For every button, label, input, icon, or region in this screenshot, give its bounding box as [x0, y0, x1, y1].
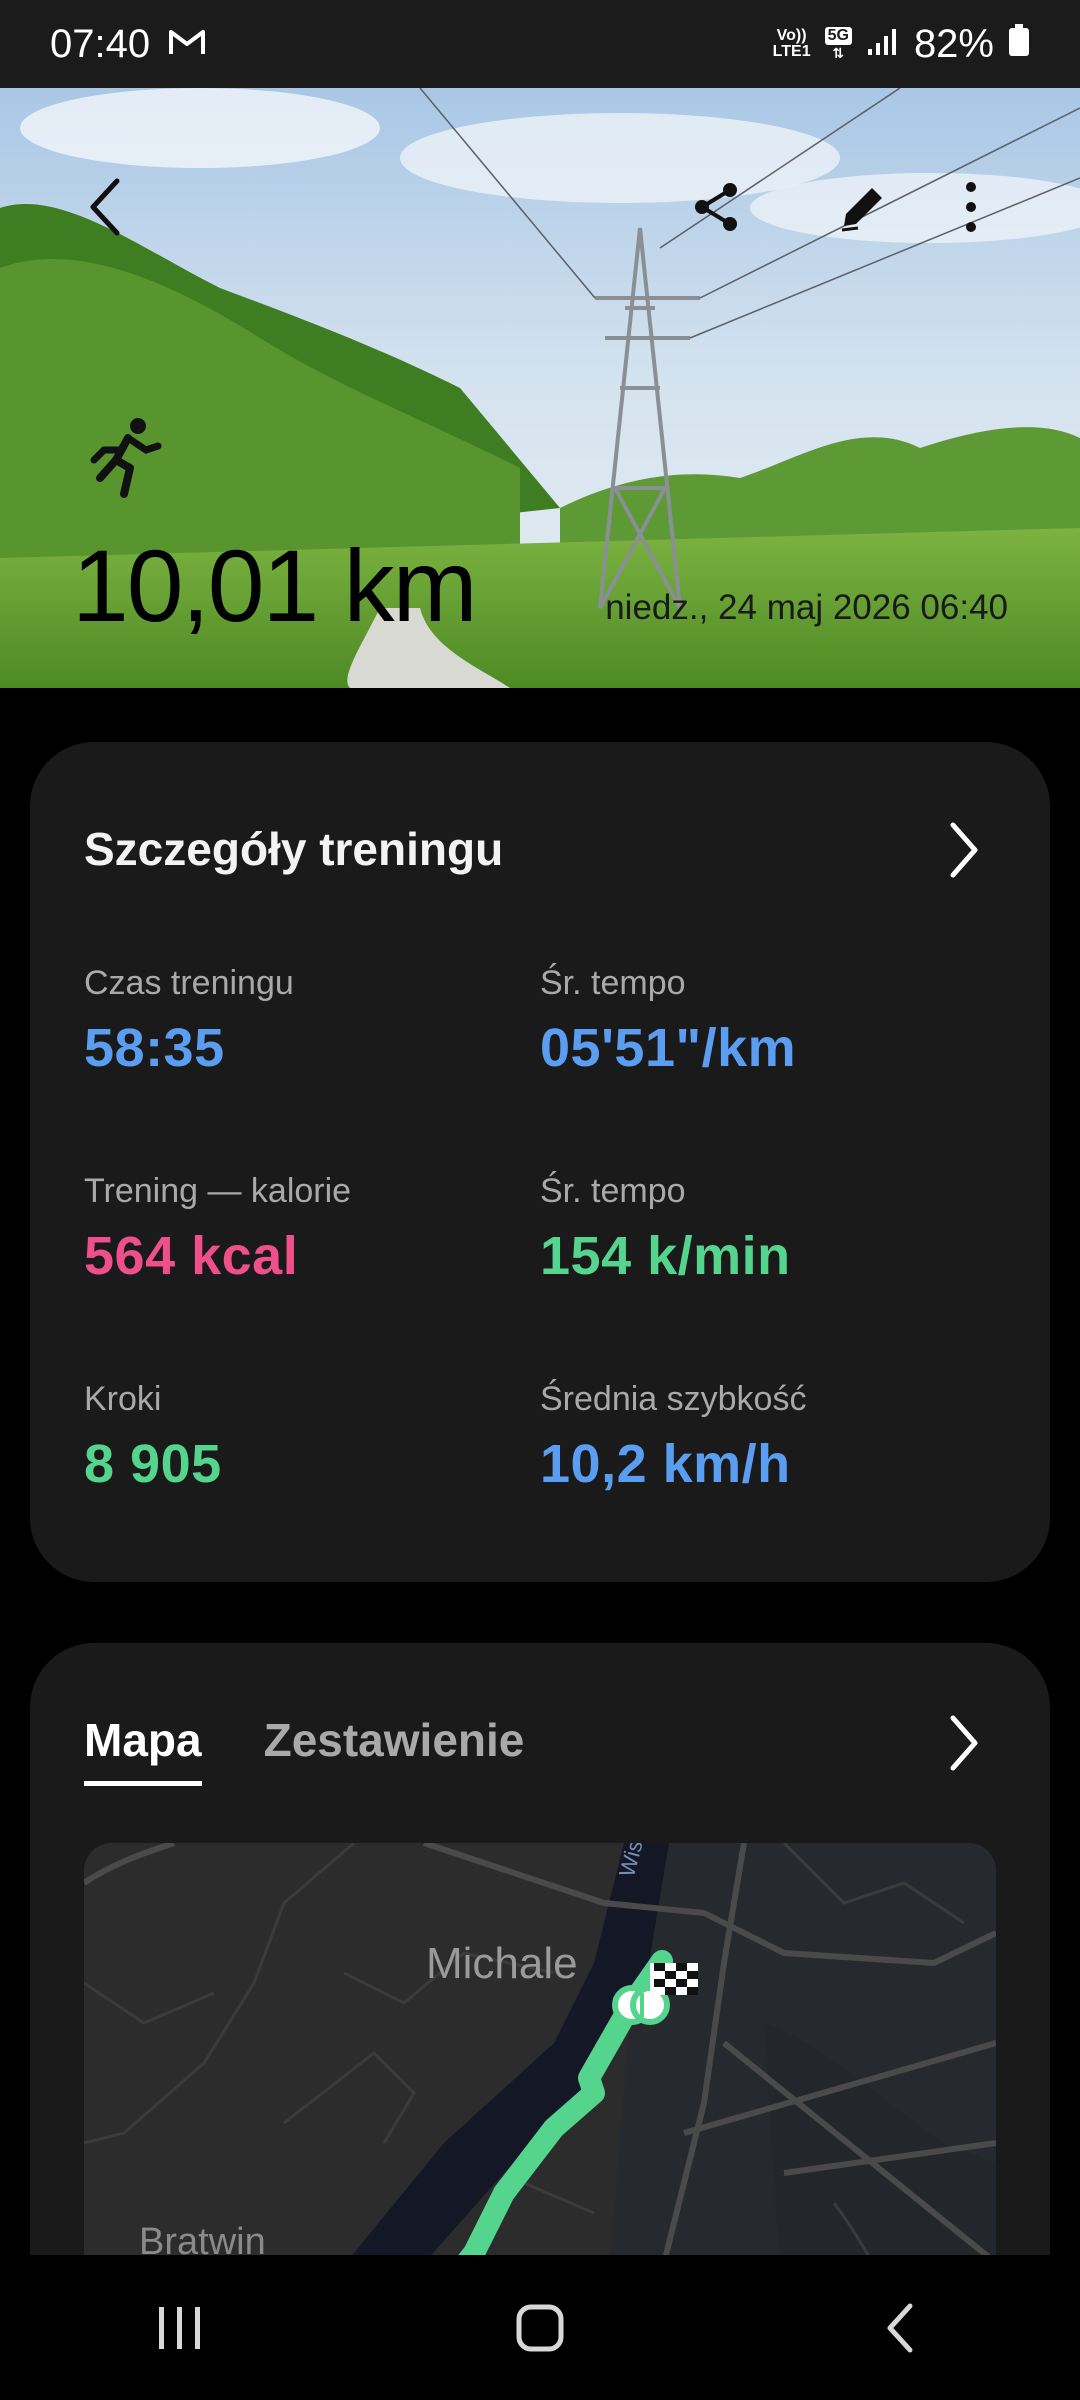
more-icon	[966, 182, 976, 232]
stat-value: 154 k/min	[540, 1226, 791, 1286]
workout-details-card[interactable]: Szczegóły treningu Czas treningu 58:35 Ś…	[30, 742, 1050, 1582]
system-nav-bar	[0, 2255, 1080, 2400]
status-time: 07:40	[50, 21, 151, 66]
5g-icon: 5G ⇅	[824, 27, 852, 61]
card-title: Szczegóły treningu	[84, 823, 504, 875]
details-open-button[interactable]	[934, 820, 994, 880]
back-icon	[90, 178, 120, 236]
status-bar: 07:40 Vo)) LTE1 5G ⇅ 82%	[0, 0, 1080, 88]
stat-cadence: Śr. tempo 154 k/min	[540, 1172, 980, 1287]
stat-avg-speed: Średnia szybkość 10,2 km/h	[540, 1380, 980, 1495]
recent-apps-button[interactable]	[110, 2278, 250, 2378]
stat-duration: Czas treningu 58:35	[84, 964, 524, 1079]
back-button[interactable]	[60, 248, 150, 338]
stat-value: 05'51"/km	[540, 1018, 797, 1078]
battery-icon	[1008, 22, 1030, 67]
stat-label: Kroki	[84, 1380, 162, 1418]
edit-icon	[841, 188, 882, 232]
back-nav-button[interactable]	[830, 2278, 970, 2378]
stat-value: 10,2 km/h	[540, 1434, 791, 1494]
map-tabs: Mapa Zestawienie	[84, 1713, 524, 1786]
signal-icon	[866, 22, 900, 67]
battery-percent: 82%	[913, 21, 994, 66]
chevron-right-icon	[950, 822, 978, 878]
stat-steps: Kroki 8 905	[84, 1380, 524, 1495]
stat-label: Czas treningu	[84, 964, 294, 1002]
stat-value: 564 kcal	[84, 1226, 299, 1286]
more-options-button[interactable]	[926, 162, 1016, 252]
stat-avg-pace: Śr. tempo 05'51"/km	[540, 964, 980, 1079]
gmail-icon	[168, 22, 206, 67]
tab-map[interactable]: Mapa	[84, 1713, 202, 1786]
stat-label: Trening — kalorie	[84, 1172, 352, 1210]
map-label-place: Michale	[426, 1939, 578, 1988]
workout-distance: 10,01 km	[72, 529, 478, 643]
workout-datetime: niedz., 24 maj 2026 06:40	[605, 588, 1008, 627]
recent-apps-icon	[159, 2306, 200, 2349]
tab-summary[interactable]: Zestawienie	[264, 1713, 525, 1781]
stat-calories: Trening — kalorie 564 kcal	[84, 1172, 524, 1287]
stat-label: Śr. tempo	[540, 1172, 686, 1210]
running-icon	[90, 416, 166, 507]
chevron-right-icon	[950, 1715, 978, 1771]
share-icon	[695, 183, 737, 231]
map-card: Mapa Zestawienie Michale Bratwin Wisła	[30, 1643, 1050, 2343]
home-button[interactable]	[470, 2278, 610, 2378]
stat-value: 58:35	[84, 1018, 225, 1078]
map-open-button[interactable]	[934, 1713, 994, 1773]
home-icon	[516, 2304, 564, 2351]
share-button[interactable]	[672, 162, 762, 252]
back-button[interactable]	[60, 162, 150, 252]
stat-label: Średnia szybkość	[540, 1380, 807, 1418]
stat-value: 8 905	[84, 1434, 222, 1494]
stat-label: Śr. tempo	[540, 964, 686, 1002]
edit-button[interactable]	[818, 162, 908, 252]
back-nav-icon	[887, 2303, 913, 2352]
volte-icon: Vo)) LTE1	[772, 27, 811, 60]
